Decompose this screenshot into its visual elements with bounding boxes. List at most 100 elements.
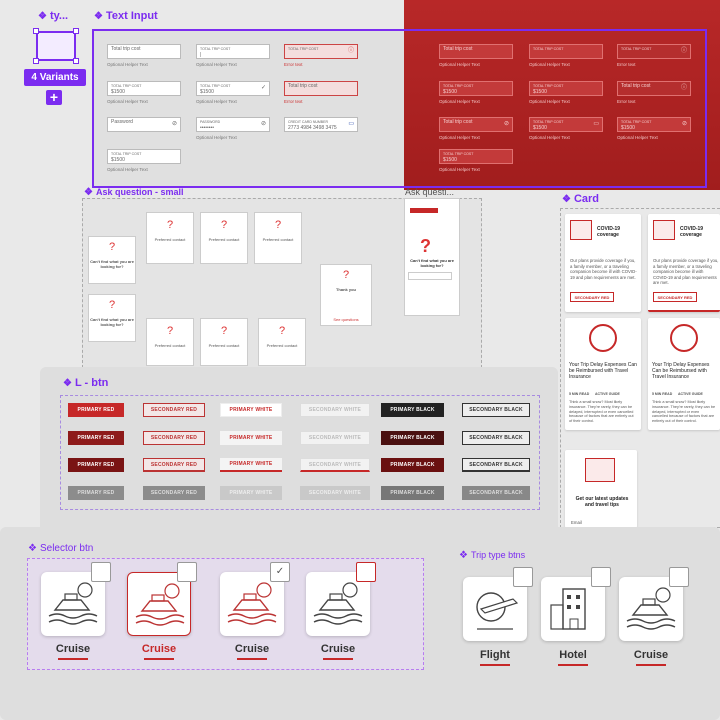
trip-delay-card[interactable]: Your Trip Delay Expenses Can be Reimburs… [648,318,720,430]
secondary-red-button[interactable]: SECONDARY RED [143,458,205,472]
cant-find-card[interactable]: ? Can't find what you are looking for? [88,294,136,342]
primary-red-button[interactable]: PRIMARY RED [68,403,124,417]
envelope-icon [585,458,615,482]
primary-white-button[interactable]: PRIMARY WHITE [220,458,282,472]
resize-handle[interactable] [33,28,39,34]
selector-title: ❖ Selector btn [28,543,94,554]
tag-guide: ACTIVE GUIDE [678,392,703,396]
secondary-white-button-disabled: SECONDARY WHITE [300,486,370,500]
dark-text-field-focused[interactable]: TOTAL TRIP COST $1500 [439,149,513,164]
secondary-black-button[interactable]: SECONDARY BLACK [462,403,530,417]
eye-off-icon[interactable]: ⊘ [261,121,266,127]
error-icon: ⓘ [680,85,687,91]
component-selection-frame[interactable] [36,31,76,61]
selector-checkbox-checked[interactable]: ✓ [270,562,290,582]
text-field-error-empty[interactable]: Total trip cost [284,81,358,96]
primary-red-button[interactable]: PRIMARY RED [68,458,124,472]
selector-checkbox[interactable] [177,562,197,582]
tag-read: 5 MIN READ [652,392,673,396]
trip-type-label: Cruise [633,649,669,661]
secondary-black-button[interactable]: SECONDARY BLACK [462,431,530,445]
preferred-contact-card[interactable]: Preferred contact? [146,318,194,366]
primary-red-button[interactable]: PRIMARY RED [68,431,124,445]
helper-text: Optional Helper Text [107,167,148,172]
secondary-white-button[interactable]: SECONDARY WHITE [300,431,370,445]
secondary-red-button[interactable]: SECONDARY RED [653,292,697,302]
selector-checkbox[interactable] [356,562,376,582]
dark-text-field-card[interactable]: TOTAL TRIP COST $1500 ▭ [529,117,603,132]
cant-find-text: Can't find what you are looking for? [410,258,454,268]
hospital-icon [570,220,592,240]
preferred-contact-card[interactable]: Preferred contact? [258,318,306,366]
secondary-white-button[interactable]: SECONDARY WHITE [300,403,370,417]
add-variant-button[interactable]: + [46,90,62,105]
credit-card-field[interactable]: CREDIT CARD NUMBER 2773 4984 3498 3475 ▭ [284,117,358,132]
primary-white-button[interactable]: PRIMARY WHITE [220,403,282,417]
secondary-red-button[interactable]: SECONDARY RED [143,431,205,445]
primary-black-button[interactable]: PRIMARY BLACK [381,458,444,472]
ask-input[interactable] [408,272,452,280]
secondary-black-button[interactable]: SECONDARY BLACK [462,458,530,472]
eye-off-icon[interactable]: ⊘ [682,121,687,127]
secondary-white-button[interactable]: SECONDARY WHITE [300,458,370,472]
trip-type-checkbox[interactable] [513,567,533,587]
cant-find-card[interactable]: ? Can't find what you are looking for? [88,236,136,284]
question-mark-icon: ? [420,236,431,256]
preferred-contact-card[interactable]: Preferred contact? [254,212,302,264]
trip-delay-card[interactable]: Your Trip Delay Expenses Can be Reimburs… [565,318,641,430]
dark-text-field-valid[interactable]: TOTAL TRIP COST $1500 [529,81,603,96]
primary-red-button-disabled: PRIMARY RED [68,486,124,500]
eye-off-icon[interactable]: ⊘ [172,121,177,127]
resize-handle[interactable] [73,58,79,64]
resize-handle[interactable] [33,58,39,64]
text-field-filled[interactable]: TOTAL TRIP COST $1500 [107,81,181,96]
helper-text: Optional Helper Text [107,99,148,104]
preferred-contact-card[interactable]: Preferred contact? [200,212,248,264]
text-field-valid[interactable]: TOTAL TRIP COST $1500 ✓ [196,81,270,96]
primary-black-button[interactable]: PRIMARY BLACK [381,403,444,417]
label-underline [558,664,588,666]
dark-text-field-typing[interactable]: TOTAL TRIP COST [529,44,603,59]
question-mark-icon: ? [278,325,286,337]
eye-off-icon[interactable]: ⊘ [504,121,509,127]
dark-text-field-error[interactable]: TOTAL TRIP COST ⓘ [617,44,691,59]
text-field-error[interactable]: TOTAL TRIP COST ⓘ [284,44,358,59]
hospital-icon [653,220,675,240]
covid-card[interactable]: COVID-19 coverage Our plans provide cove… [648,214,720,312]
password-field[interactable]: Password ⊘ [107,117,181,132]
trip-type-label: Hotel [559,649,587,661]
trip-type-checkbox[interactable] [591,567,611,587]
secondary-red-button[interactable]: SECONDARY RED [570,292,614,302]
resize-handle[interactable] [73,28,79,34]
dark-text-field-filled[interactable]: TOTAL TRIP COST $1500 [439,81,513,96]
covid-card[interactable]: COVID-19 coverage Our plans provide cove… [565,214,641,312]
error-icon: ⓘ [347,48,354,54]
helper-text: Optional Helper Text [107,62,148,67]
dark-text-field-error-empty[interactable]: Total trip cost ⓘ [617,81,691,96]
preferred-contact-card[interactable]: Preferred contact? [200,318,248,366]
text-field-typing[interactable]: TOTAL TRIP COST | [196,44,270,59]
primary-black-button[interactable]: PRIMARY BLACK [381,431,444,445]
dark-text-field-empty[interactable]: Total trip cost [439,44,513,59]
preferred-contact-card[interactable]: Preferred contact? [146,212,194,264]
question-mark-icon: ? [108,299,116,311]
text-field-empty[interactable]: Total trip cost [107,44,181,59]
trip-type-label: Flight [480,649,510,661]
trip-type-checkbox[interactable] [669,567,689,587]
error-text: Error text [284,62,303,67]
newsletter-card[interactable]: Get our latest updates and travel tips E… [565,450,637,528]
selector-label: Cruise [320,643,356,655]
text-field-focused[interactable]: TOTAL TRIP COST $1500 [107,149,181,164]
secondary-black-button-disabled: SECONDARY BLACK [462,486,530,500]
secondary-red-button[interactable]: SECONDARY RED [143,403,205,417]
red-logo [410,208,438,213]
component-icon: ❖ [84,187,93,198]
selector-checkbox[interactable] [91,562,111,582]
question-mark-icon: ? [220,219,228,231]
password-field-filled[interactable]: PASSWORD •••••••• ⊘ [196,117,270,132]
dark-text-field-password[interactable]: TOTAL TRIP COST $1500 ⊘ [617,117,691,132]
question-mark-icon: ? [166,325,174,337]
helper-text: Optional Helper Text [439,135,480,140]
primary-white-button[interactable]: PRIMARY WHITE [220,431,282,445]
dark-password-field[interactable]: Total trip cost ⊘ [439,117,513,132]
